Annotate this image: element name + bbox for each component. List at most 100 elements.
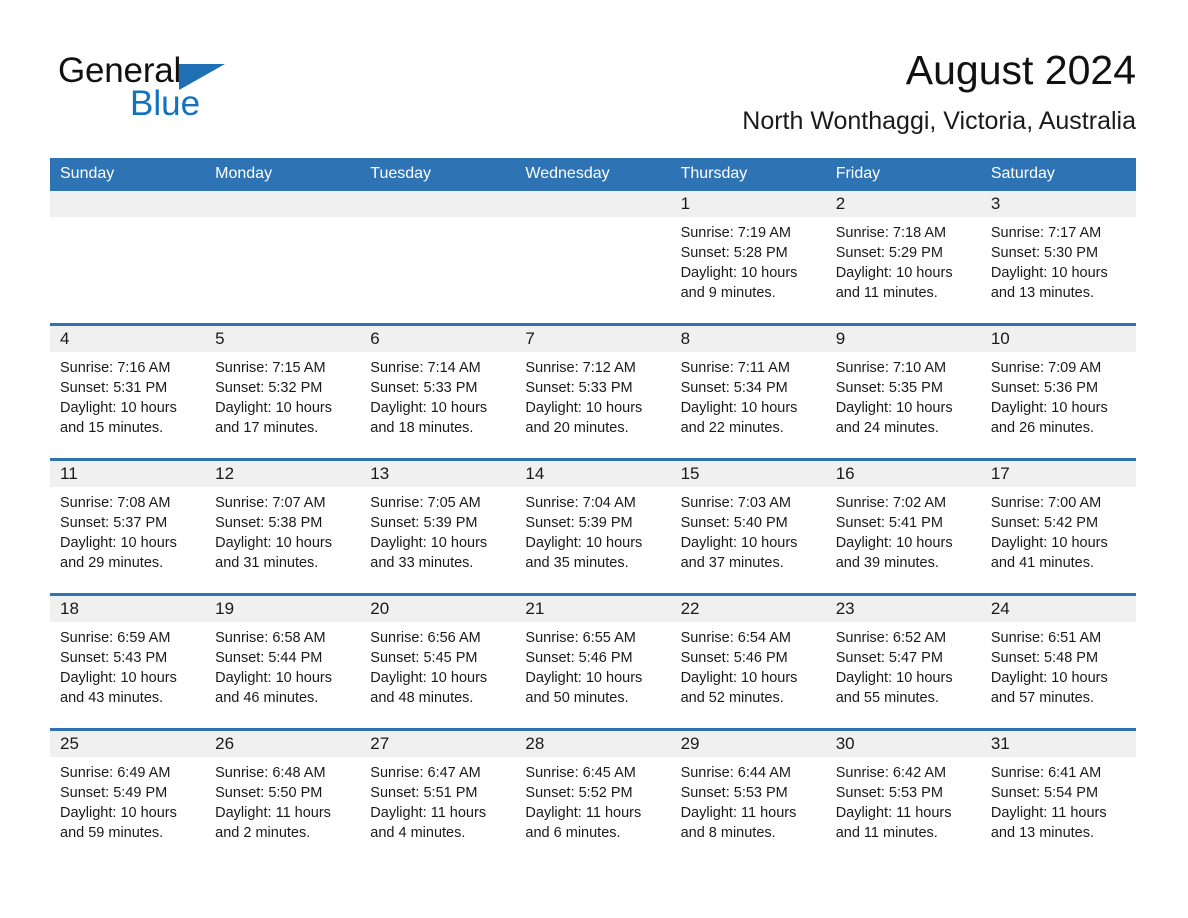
day-details: Sunrise: 6:45 AM Sunset: 5:52 PM Daylight:… [515, 757, 670, 843]
calendar-day-cell[interactable]: 3 Sunrise: 7:17 AM Sunset: 5:30 PM Daylight… [980, 191, 1136, 323]
daylight-text: Daylight: 10 hours and 48 minutes. [370, 670, 488, 706]
calendar-day-cell[interactable]: 6 Sunrise: 7:14 AM Sunset: 5:33 PM Daylight… [360, 326, 516, 458]
calendar-day-cell[interactable]: 29 Sunrise: 6:44 AM Sunset: 5:53 PM Dayligh… [670, 731, 826, 863]
sunrise-text: Sunrise: 7:00 AM [990, 495, 1102, 511]
sunrise-text: Sunrise: 6:59 AM [60, 630, 171, 646]
day-number: 5 [205, 326, 361, 352]
day-number: 24 [980, 596, 1136, 622]
calendar-day-cell[interactable]: 19 Sunrise: 6:58 AM Sunset: 5:44 PM Dayligh… [205, 596, 361, 728]
day-number: 27 [360, 731, 516, 757]
sunrise-text: Sunrise: 6:49 AM [60, 765, 171, 781]
day-details: Sunrise: 6:58 AM Sunset: 5:44 PM Daylight:… [205, 622, 360, 708]
calendar-week-row: 4 Sunrise: 7:16 AM Sunset: 5:31 PM Daylight… [50, 323, 1136, 458]
day-details: Sunrise: 7:09 AM Sunset: 5:36 PM Daylight:… [981, 352, 1136, 438]
calendar-day-cell-empty [360, 191, 516, 323]
sunrise-text: Sunrise: 7:11 AM [680, 360, 790, 376]
calendar-day-cell[interactable]: 2 Sunrise: 7:18 AM Sunset: 5:29 PM Daylight… [825, 191, 981, 323]
sunset-text: Sunset: 5:31 PM [60, 380, 168, 396]
calendar-day-cell[interactable]: 16 Sunrise: 7:02 AM Sunset: 5:41 PM Dayligh… [825, 461, 981, 593]
day-number: 12 [205, 461, 361, 487]
calendar-day-cell[interactable]: 12 Sunrise: 7:07 AM Sunset: 5:38 PM Dayligh… [205, 461, 361, 593]
day-number: 6 [360, 326, 516, 352]
calendar-week-row: 25 Sunrise: 6:49 AM Sunset: 5:49 PM Dayligh… [50, 728, 1136, 863]
sunset-text: Sunset: 5:47 PM [835, 650, 943, 666]
sunset-text: Sunset: 5:32 PM [215, 380, 323, 396]
calendar-day-cell[interactable]: 13 Sunrise: 7:05 AM Sunset: 5:39 PM Dayligh… [360, 461, 516, 593]
calendar-day-cell[interactable]: 24 Sunrise: 6:51 AM Sunset: 5:48 PM Dayligh… [980, 596, 1136, 728]
calendar-day-cell[interactable]: 23 Sunrise: 6:52 AM Sunset: 5:47 PM Dayligh… [825, 596, 981, 728]
calendar-day-cell[interactable]: 17 Sunrise: 7:00 AM Sunset: 5:42 PM Dayligh… [980, 461, 1136, 593]
sunset-text: Sunset: 5:45 PM [370, 650, 478, 666]
daylight-text: Daylight: 10 hours and 24 minutes. [835, 400, 953, 436]
sunrise-text: Sunrise: 7:07 AM [215, 495, 326, 511]
daylight-text: Daylight: 10 hours and 26 minutes. [990, 400, 1108, 436]
day-number [515, 191, 671, 217]
day-number: 7 [515, 326, 671, 352]
sunrise-text: Sunrise: 6:47 AM [370, 765, 481, 781]
calendar-day-cell[interactable]: 31 Sunrise: 6:41 AM Sunset: 5:54 PM Dayligh… [980, 731, 1136, 863]
calendar-day-cell[interactable]: 20 Sunrise: 6:56 AM Sunset: 5:45 PM Dayligh… [360, 596, 516, 728]
daylight-text: Daylight: 10 hours and 50 minutes. [525, 670, 643, 706]
calendar-week-row: 1 Sunrise: 7:19 AM Sunset: 5:28 PM Daylight… [50, 191, 1136, 323]
title-block: August 2024 North Wonthaggi, Victoria, A… [742, 44, 1136, 136]
sunset-text: Sunset: 5:39 PM [370, 515, 478, 531]
calendar-day-cell[interactable]: 14 Sunrise: 7:04 AM Sunset: 5:39 PM Dayligh… [515, 461, 671, 593]
calendar-day-cell[interactable]: 28 Sunrise: 6:45 AM Sunset: 5:52 PM Dayligh… [515, 731, 671, 863]
day-details: Sunrise: 7:10 AM Sunset: 5:35 PM Daylight:… [826, 352, 981, 438]
sunrise-text: Sunrise: 6:55 AM [525, 630, 636, 646]
day-of-week-header-saturday: Saturday [990, 165, 1055, 182]
calendar-day-cell[interactable]: 22 Sunrise: 6:54 AM Sunset: 5:46 PM Dayligh… [670, 596, 826, 728]
calendar-table: Sunday Monday Tuesday Wednesday Thursday Frid… [50, 158, 1136, 863]
day-details: Sunrise: 7:03 AM Sunset: 5:40 PM Daylight:… [671, 487, 826, 573]
day-number: 13 [360, 461, 516, 487]
day-number [50, 191, 206, 217]
calendar-day-cell[interactable]: 1 Sunrise: 7:19 AM Sunset: 5:28 PM Daylight… [670, 191, 826, 323]
daylight-text: Daylight: 10 hours and 37 minutes. [680, 535, 798, 571]
daylight-text: Daylight: 10 hours and 15 minutes. [60, 400, 177, 436]
daylight-text: Daylight: 10 hours and 55 minutes. [835, 670, 953, 706]
calendar-day-cell[interactable]: 18 Sunrise: 6:59 AM Sunset: 5:43 PM Dayligh… [50, 596, 206, 728]
calendar-day-cell[interactable]: 8 Sunrise: 7:11 AM Sunset: 5:34 PM Daylight… [670, 326, 826, 458]
calendar-day-cell[interactable]: 4 Sunrise: 7:16 AM Sunset: 5:31 PM Daylight… [50, 326, 206, 458]
calendar-day-cell[interactable]: 27 Sunrise: 6:47 AM Sunset: 5:51 PM Dayligh… [360, 731, 516, 863]
calendar-day-cell[interactable]: 15 Sunrise: 7:03 AM Sunset: 5:40 PM Dayligh… [670, 461, 826, 593]
day-details: Sunrise: 6:54 AM Sunset: 5:46 PM Daylight:… [671, 622, 826, 708]
day-number: 17 [980, 461, 1136, 487]
calendar-day-cell[interactable]: 10 Sunrise: 7:09 AM Sunset: 5:36 PM Dayligh… [980, 326, 1136, 458]
sunrise-text: Sunrise: 6:56 AM [370, 630, 481, 646]
daylight-text: Daylight: 10 hours and 18 minutes. [370, 400, 488, 436]
calendar-day-cell[interactable]: 11 Sunrise: 7:08 AM Sunset: 5:37 PM Dayligh… [50, 461, 206, 593]
daylight-text: Daylight: 10 hours and 13 minutes. [990, 265, 1108, 301]
sunrise-text: Sunrise: 7:09 AM [990, 360, 1102, 376]
day-number: 29 [670, 731, 826, 757]
sunrise-text: Sunrise: 6:45 AM [525, 765, 636, 781]
day-details: Sunrise: 7:00 AM Sunset: 5:42 PM Daylight:… [981, 487, 1136, 573]
calendar-day-cell[interactable]: 7 Sunrise: 7:12 AM Sunset: 5:33 PM Daylight… [515, 326, 671, 458]
daylight-text: Daylight: 10 hours and 43 minutes. [60, 670, 177, 706]
calendar-day-cell[interactable]: 9 Sunrise: 7:10 AM Sunset: 5:35 PM Daylight… [825, 326, 981, 458]
calendar-day-cell[interactable]: 25 Sunrise: 6:49 AM Sunset: 5:49 PM Dayligh… [50, 731, 206, 863]
day-details: Sunrise: 6:49 AM Sunset: 5:49 PM Daylight:… [50, 757, 205, 843]
calendar-day-cell[interactable]: 30 Sunrise: 6:42 AM Sunset: 5:53 PM Dayligh… [825, 731, 981, 863]
daylight-text: Daylight: 10 hours and 57 minutes. [990, 670, 1108, 706]
sunset-text: Sunset: 5:37 PM [60, 515, 168, 531]
day-number: 10 [980, 326, 1136, 352]
sunset-text: Sunset: 5:42 PM [990, 515, 1099, 531]
daylight-text: Daylight: 10 hours and 31 minutes. [215, 535, 333, 571]
sunset-text: Sunset: 5:43 PM [60, 650, 168, 666]
sunrise-text: Sunrise: 7:10 AM [835, 360, 947, 376]
sunrise-text: Sunrise: 6:54 AM [680, 630, 791, 646]
day-number: 21 [515, 596, 671, 622]
brand-logo[interactable]: General Blue [58, 52, 258, 132]
sunrise-text: Sunrise: 6:51 AM [990, 630, 1102, 646]
calendar-day-cell[interactable]: 21 Sunrise: 6:55 AM Sunset: 5:46 PM Dayligh… [515, 596, 671, 728]
calendar-day-cell[interactable]: 26 Sunrise: 6:48 AM Sunset: 5:50 PM Dayligh… [205, 731, 361, 863]
sunset-text: Sunset: 5:35 PM [835, 380, 943, 396]
calendar-day-cell-empty [205, 191, 361, 323]
brand-name-blue: Blue [130, 84, 201, 123]
day-number: 11 [50, 461, 206, 487]
sunset-text: Sunset: 5:46 PM [680, 650, 788, 666]
sunset-text: Sunset: 5:33 PM [525, 380, 633, 396]
sunrise-text: Sunrise: 7:12 AM [525, 360, 636, 376]
calendar-day-cell[interactable]: 5 Sunrise: 7:15 AM Sunset: 5:32 PM Daylight… [205, 326, 361, 458]
